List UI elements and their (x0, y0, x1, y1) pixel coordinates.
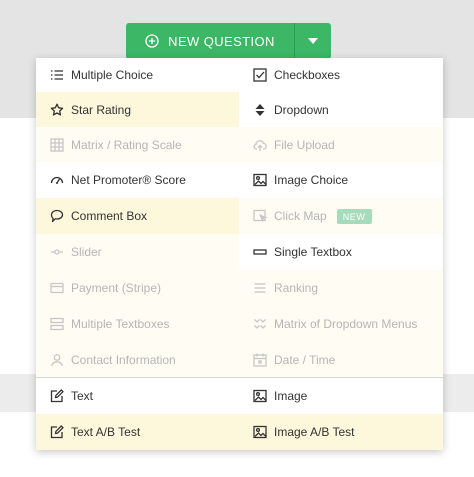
menu-item-label: Dropdown (274, 102, 329, 117)
menu-item-click-map[interactable]: Click Map NEW (239, 198, 443, 234)
menu-item-dropdown[interactable]: Dropdown (239, 92, 443, 127)
menu-item-ranking[interactable]: Ranking (239, 270, 443, 306)
menu-item-label: Matrix of Dropdown Menus (274, 317, 418, 331)
double-chevron-icon (253, 317, 267, 331)
speech-bubble-icon (50, 209, 64, 223)
new-question-dropdown-toggle[interactable] (294, 23, 331, 59)
menu-item-date-time[interactable]: Date / Time (239, 342, 443, 377)
cloud-upload-icon (253, 138, 267, 152)
person-icon (50, 353, 64, 367)
new-question-button[interactable]: NEW QUESTION (126, 23, 294, 59)
menu-item-label: Contact Information (71, 352, 176, 367)
edit-icon (50, 425, 64, 439)
menu-item-matrix-rating-scale[interactable]: Matrix / Rating Scale (36, 127, 239, 162)
menu-item-multiple-textboxes[interactable]: Multiple Textboxes (36, 306, 239, 342)
menu-item-single-textbox[interactable]: Single Textbox (239, 234, 443, 270)
menu-item-label: File Upload (274, 137, 335, 152)
menu-item-label: Checkboxes (274, 68, 341, 82)
new-badge: NEW (336, 208, 372, 224)
image-icon (253, 389, 267, 403)
slider-icon (50, 245, 64, 259)
menu-item-label: Image A/B Test (274, 425, 355, 439)
menu-item-net-promoter-score[interactable]: Net Promoter® Score (36, 162, 239, 198)
menu-item-label: Matrix / Rating Scale (71, 137, 182, 152)
menu-item-image-choice[interactable]: Image Choice (239, 162, 443, 198)
calendar-icon (253, 353, 267, 367)
menu-item-contact-information[interactable]: Contact Information (36, 342, 239, 377)
menu-item-label: Multiple Choice (71, 68, 154, 82)
image-icon (253, 173, 267, 187)
new-question-button-group: NEW QUESTION (126, 23, 331, 59)
edit-icon (50, 389, 64, 403)
menu-item-matrix-of-dropdown-menus[interactable]: Matrix of Dropdown Menus (239, 306, 443, 342)
checkbox-icon (253, 68, 267, 82)
menu-item-comment-box[interactable]: Comment Box (36, 198, 239, 234)
image-icon (253, 425, 267, 439)
menu-item-checkboxes[interactable]: Checkboxes (239, 58, 443, 92)
menu-item-label: Image Choice (274, 173, 349, 187)
menu-item-text[interactable]: Text (36, 378, 239, 414)
menu-item-label: Text A/B Test (71, 425, 141, 439)
menu-item-slider[interactable]: Slider (36, 234, 239, 270)
click-map-icon (253, 209, 267, 223)
menu-item-multiple-choice[interactable]: Multiple Choice (36, 58, 239, 92)
menu-item-label: Image (274, 389, 308, 403)
menu-item-text-a-b-test[interactable]: Text A/B Test (36, 414, 239, 450)
menu-item-label: Text (71, 389, 94, 403)
stacked-boxes-icon (50, 317, 64, 331)
caret-down-icon (308, 38, 318, 44)
menu-divider (36, 377, 443, 378)
star-icon (50, 103, 64, 117)
ranking-icon (253, 281, 267, 295)
menu-item-label: Single Textbox (274, 245, 352, 259)
textbox-icon (253, 245, 267, 259)
menu-item-label: Multiple Textboxes (71, 317, 170, 331)
menu-item-payment-stripe[interactable]: Payment (Stripe) (36, 270, 239, 306)
menu-item-file-upload[interactable]: File Upload (239, 127, 443, 162)
menu-item-label: Payment (Stripe) (71, 281, 162, 295)
plus-circle-icon (145, 34, 159, 48)
menu-item-star-rating[interactable]: Star Rating (36, 92, 239, 127)
sort-arrows-icon (253, 103, 267, 117)
menu-item-label: Net Promoter® Score (71, 173, 186, 187)
menu-item-label: Date / Time (274, 352, 336, 367)
menu-item-label: Star Rating (71, 102, 132, 117)
menu-item-label: Comment Box (71, 209, 148, 223)
menu-item-label: Ranking (274, 281, 319, 295)
grid-icon (50, 137, 64, 152)
menu-item-label: Click Map (274, 209, 327, 223)
new-question-label: NEW QUESTION (168, 33, 275, 49)
menu-item-image-a-b-test[interactable]: Image A/B Test (239, 414, 443, 450)
gauge-icon (50, 173, 64, 187)
menu-item-label: Slider (71, 245, 102, 259)
menu-item-image[interactable]: Image (239, 378, 443, 414)
credit-card-icon (50, 281, 64, 295)
question-type-menu: Multiple Choice Star Rating Matrix / Ratin… (36, 58, 443, 450)
list-icon (50, 68, 64, 82)
